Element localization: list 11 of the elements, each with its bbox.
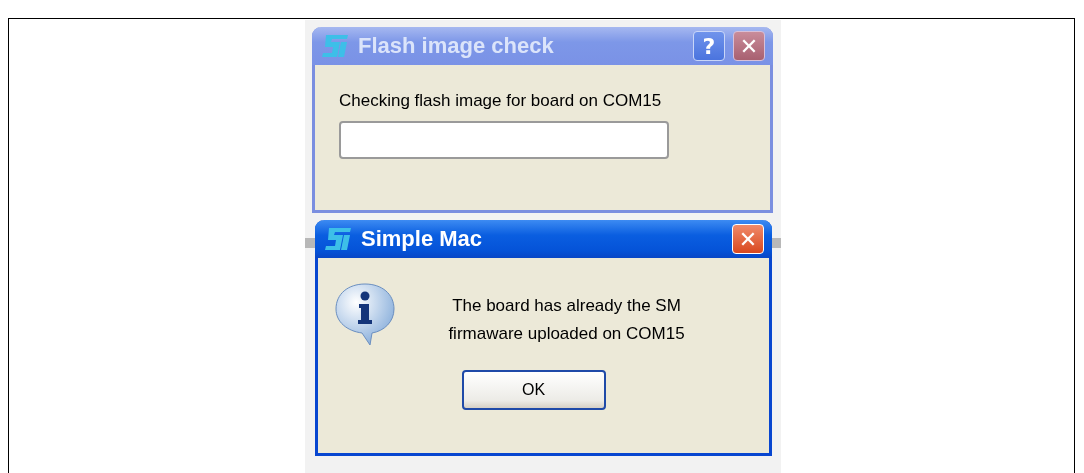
window-title: Simple Mac: [361, 226, 484, 252]
logo-icon: [323, 226, 353, 252]
status-text: Checking flash image for board on COM15: [339, 91, 663, 111]
message-text: The board has already the SM: [452, 295, 681, 317]
message-text: firmaware uploaded on COM15: [448, 323, 685, 345]
close-button[interactable]: ✕: [732, 224, 764, 254]
help-button[interactable]: ?: [693, 31, 725, 61]
ok-button[interactable]: OK: [461, 370, 606, 410]
close-button[interactable]: ✕: [733, 31, 765, 61]
logo-icon: [320, 33, 350, 59]
window-title: Flash image check: [358, 33, 555, 59]
